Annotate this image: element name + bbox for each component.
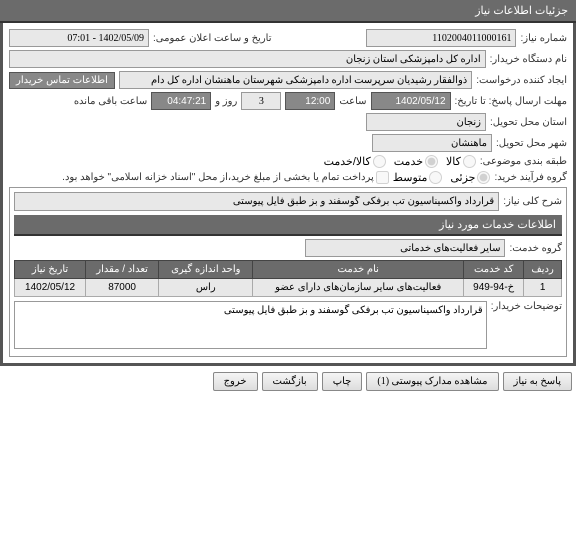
process-radio-group: جزئی متوسط — [393, 171, 491, 184]
countdown-input — [151, 92, 211, 110]
print-button[interactable]: چاپ — [322, 372, 363, 391]
contact-buyer-button[interactable]: اطلاعات تماس خریدار — [9, 72, 115, 89]
footer-buttons: پاسخ به نیاز مشاهده مدارک پیوستی (1) چاپ… — [0, 366, 576, 397]
th-date: تاریخ نیاز — [15, 261, 86, 279]
th-name: نام خدمت — [253, 261, 464, 279]
deadline-date-input[interactable] — [371, 92, 451, 110]
form-body: شماره نیاز: تاریخ و ساعت اعلان عمومی: نا… — [0, 23, 576, 366]
city-input[interactable] — [372, 134, 492, 152]
need-no-input[interactable] — [366, 29, 516, 47]
radio-partial[interactable]: جزئی — [450, 171, 490, 184]
province-label: استان محل تحویل: — [490, 117, 567, 128]
group-input[interactable] — [305, 239, 505, 257]
services-header: اطلاعات خدمات مورد نیاز — [14, 215, 562, 236]
radio-goods-label: کالا — [446, 155, 461, 168]
payment-note-check[interactable]: پرداخت تمام یا بخشی از مبلغ خرید،از محل … — [62, 171, 389, 184]
subject-label: طبقه بندی موضوعی: — [480, 156, 567, 167]
buyer-label: نام دستگاه خریدار: — [490, 54, 567, 65]
reply-button[interactable]: پاسخ به نیاز — [503, 372, 573, 391]
buyer-note-label: توضیحات خریدار: — [491, 301, 562, 312]
desc-label: شرح کلی نیاز: — [503, 196, 562, 207]
creator-input[interactable] — [119, 71, 472, 89]
time-label-1: ساعت — [339, 96, 366, 107]
days-label: روز و — [215, 96, 237, 107]
th-row: ردیف — [524, 261, 562, 279]
td-row: 1 — [524, 279, 562, 297]
payment-note-text: پرداخت تمام یا بخشی از مبلغ خرید،از محل … — [62, 172, 374, 183]
need-no-label: شماره نیاز: — [520, 33, 567, 44]
deadline-time-input[interactable] — [285, 92, 335, 110]
services-table: ردیف کد خدمت نام خدمت واحد اندازه گیری ت… — [14, 260, 562, 297]
radio-partial-label: جزئی — [450, 171, 475, 184]
th-unit: واحد اندازه گیری — [159, 261, 253, 279]
buyer-input[interactable] — [9, 50, 486, 68]
remain-label: ساعت باقی مانده — [74, 96, 147, 107]
exit-button[interactable]: خروج — [213, 372, 258, 391]
radio-medium-label: متوسط — [393, 171, 428, 184]
td-code: خ-94-949 — [464, 279, 524, 297]
th-qty: تعداد / مقدار — [86, 261, 159, 279]
deadline-label: مهلت ارسال پاسخ: تا تاریخ: — [455, 96, 567, 107]
td-date: 1402/05/12 — [15, 279, 86, 297]
td-unit: راس — [159, 279, 253, 297]
city-label: شهر محل تحویل: — [496, 138, 567, 149]
radio-service-label: خدمت — [394, 155, 423, 168]
attachments-button[interactable]: مشاهده مدارک پیوستی (1) — [366, 372, 498, 391]
announce-input[interactable] — [9, 29, 149, 47]
td-name: فعالیت‌های سایر سازمان‌های دارای عضو — [253, 279, 464, 297]
radio-both[interactable]: کالا/خدمت — [324, 155, 386, 168]
radio-both-label: کالا/خدمت — [324, 155, 371, 168]
subject-radio-group: کالا خدمت کالا/خدمت — [324, 155, 476, 168]
panel-title: جزئیات اطلاعات نیاز — [0, 0, 576, 23]
radio-service[interactable]: خدمت — [394, 155, 438, 168]
buyer-note-textarea[interactable] — [14, 301, 487, 349]
days-input[interactable] — [241, 92, 281, 110]
radio-goods[interactable]: کالا — [446, 155, 476, 168]
creator-label: ایجاد کننده درخواست: — [476, 75, 567, 86]
announce-label: تاریخ و ساعت اعلان عمومی: — [153, 33, 272, 44]
table-row[interactable]: 1 خ-94-949 فعالیت‌های سایر سازمان‌های دا… — [15, 279, 562, 297]
back-button[interactable]: بازگشت — [262, 372, 318, 391]
th-code: کد خدمت — [464, 261, 524, 279]
td-qty: 87000 — [86, 279, 159, 297]
table-header-row: ردیف کد خدمت نام خدمت واحد اندازه گیری ت… — [15, 261, 562, 279]
group-label: گروه خدمت: — [509, 243, 562, 254]
radio-medium[interactable]: متوسط — [393, 171, 443, 184]
desc-input[interactable] — [14, 192, 499, 211]
province-input[interactable] — [366, 113, 486, 131]
process-label: گروه فرآیند خرید: — [494, 172, 567, 183]
